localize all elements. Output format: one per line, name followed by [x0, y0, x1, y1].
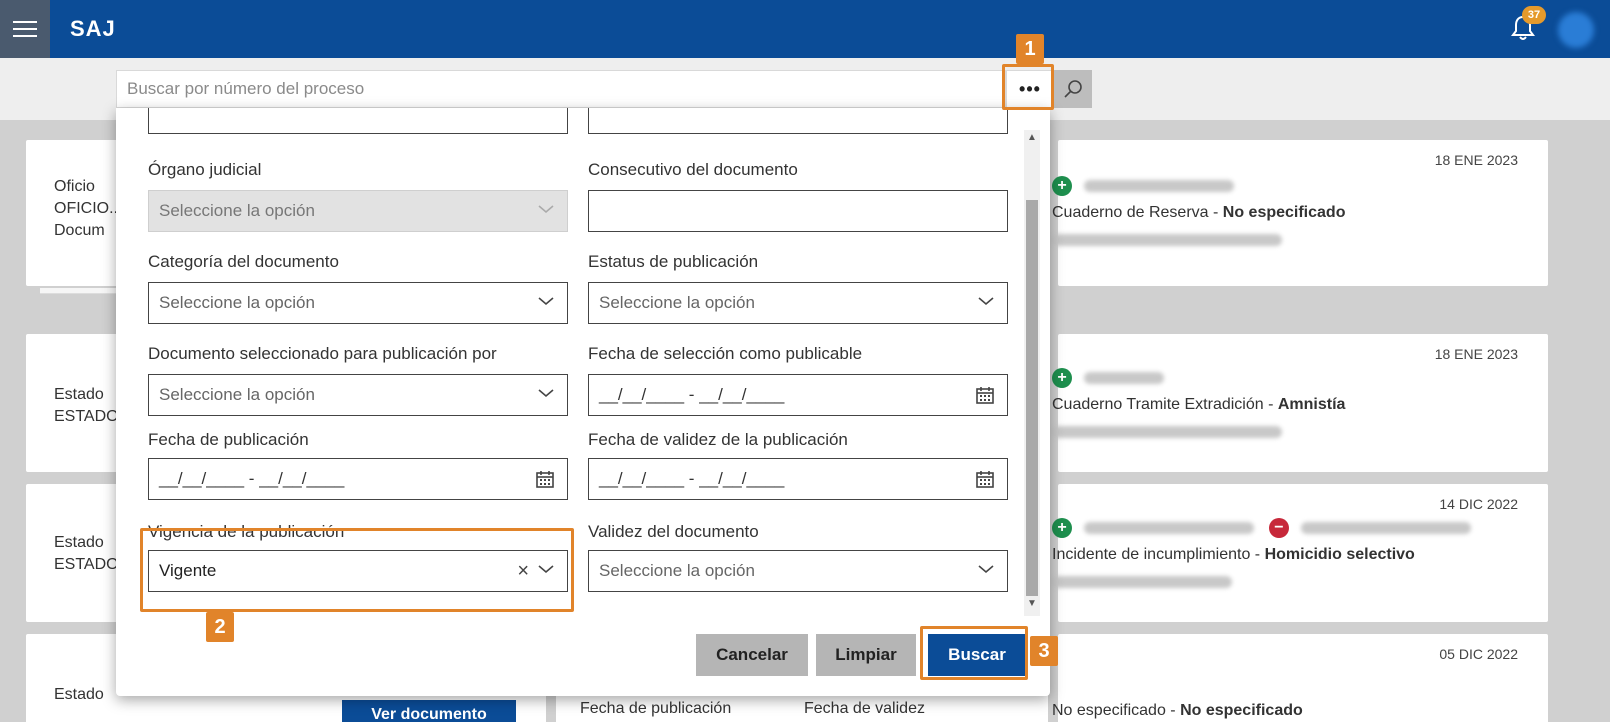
estatus-label: Estatus de publicación [588, 252, 759, 271]
validez-label: Validez del documento [588, 522, 759, 541]
calendar-icon[interactable] [535, 469, 555, 489]
fecha-publicacion-label: Fecha de publicación [148, 430, 309, 449]
result-card-detail[interactable]: 18 ENE 2023 + Cuaderno de Reserva - No e… [1052, 140, 1548, 286]
chevron-down-icon [538, 205, 554, 214]
party-row: + [1052, 176, 1235, 196]
clear-button[interactable]: Limpiar [816, 634, 916, 676]
validez-select-value: Seleccione la opción [599, 561, 755, 580]
redacted-process [1052, 576, 1232, 588]
fecha-seleccion-value: __/__/____ - __/__/____ [599, 385, 785, 404]
estatus-select-value: Seleccione la opción [599, 293, 755, 312]
case-title: Cuaderno de Reserva - No especificado [1052, 204, 1346, 221]
card-date: 18 ENE 2023 [1434, 346, 1518, 362]
card-type: Estado [54, 386, 104, 403]
scroll-down-arrow[interactable]: ▼ [1024, 596, 1040, 612]
previous-field-stub[interactable] [588, 108, 1008, 134]
step-1-marker: 1 [1016, 34, 1044, 64]
app-header: SAJ 37 [0, 0, 1610, 58]
fecha-validez-label: Fecha de validez de la publicación [588, 430, 848, 449]
card-type: Estado [54, 686, 104, 703]
seleccionado-select-value: Seleccione la opción [159, 385, 315, 404]
fecha-seleccion-input[interactable]: __/__/____ - __/__/____ [588, 374, 1008, 416]
consecutivo-input[interactable] [588, 190, 1008, 232]
redacted-name [1084, 522, 1255, 534]
step-3-marker: 3 [1030, 636, 1058, 666]
highlight-search-button [920, 626, 1028, 680]
redacted-process [1052, 234, 1282, 246]
chevron-down-icon [978, 297, 994, 306]
validity-date-label: Fecha de validez [804, 700, 925, 717]
avatar[interactable] [1558, 12, 1594, 48]
case-title: Incidente de incumplimiento - Homicidio … [1052, 546, 1415, 563]
add-party-icon: + [1052, 368, 1072, 388]
notification-badge: 37 [1522, 6, 1546, 24]
organo-label: Órgano judicial [148, 160, 262, 179]
organo-select: Seleccione la opción [148, 190, 568, 232]
redacted-name [1084, 372, 1165, 384]
case-title: No especificado - No especificado [1052, 702, 1303, 719]
consecutivo-label: Consecutivo del documento [588, 160, 798, 179]
publication-date-label: Fecha de publicación [580, 700, 732, 717]
fecha-seleccion-label: Fecha de selección como publicable [588, 344, 863, 363]
redacted-name [1301, 522, 1472, 534]
highlight-more-options [1002, 64, 1054, 110]
scroll-up-arrow[interactable]: ▲ [1024, 130, 1040, 146]
fecha-validez-value: __/__/____ - __/__/____ [599, 469, 785, 488]
card-type: Oficio [54, 178, 95, 195]
calendar-icon[interactable] [975, 469, 995, 489]
card-subtype: ESTADO [54, 556, 119, 573]
redacted-name [1084, 180, 1235, 192]
fecha-publicacion-input[interactable]: __/__/____ - __/__/____ [148, 458, 568, 500]
case-title: Cuaderno Tramite Extradición - Amnistía [1052, 396, 1346, 413]
categoria-select[interactable]: Seleccione la opción [148, 282, 568, 324]
seleccionado-select[interactable]: Seleccione la opción [148, 374, 568, 416]
card-doc: Docum [54, 222, 105, 239]
scrollbar-thumb[interactable] [1026, 200, 1038, 596]
cancel-button[interactable]: Cancelar [696, 634, 808, 676]
result-card-detail[interactable]: 18 ENE 2023 + Cuaderno Tramite Extradici… [1052, 334, 1548, 472]
app-brand: SAJ [70, 16, 116, 41]
chevron-down-icon [538, 297, 554, 306]
redacted-process [1052, 426, 1282, 438]
search-icon [1064, 80, 1082, 98]
remove-party-icon: − [1268, 518, 1289, 538]
categoria-select-value: Seleccione la opción [159, 293, 315, 312]
step-2-marker: 2 [206, 612, 234, 642]
organo-select-value: Seleccione la opción [159, 201, 315, 220]
party-row: + [1052, 368, 1165, 388]
result-card-detail[interactable]: 14 DIC 2022 + − Incidente de incumplimie… [1052, 484, 1548, 622]
card-date: 18 ENE 2023 [1434, 152, 1518, 168]
seleccionado-label: Documento seleccionado para publicación … [148, 344, 497, 363]
chevron-down-icon [538, 389, 554, 398]
card-subtype: OFICIO... [54, 200, 123, 217]
card-subtype: ESTADO [54, 408, 119, 425]
view-document-button[interactable]: Ver documento [342, 700, 516, 722]
fecha-publicacion-value: __/__/____ - __/__/____ [159, 469, 345, 488]
add-party-icon: + [1052, 176, 1072, 196]
card-date: 14 DIC 2022 [1439, 496, 1518, 512]
chevron-down-icon [978, 565, 994, 574]
result-card-detail[interactable]: 05 DIC 2022 No especificado - No especif… [1052, 634, 1548, 722]
previous-field-stub[interactable] [148, 108, 568, 134]
card-date: 05 DIC 2022 [1439, 646, 1518, 662]
calendar-icon[interactable] [975, 385, 995, 405]
estatus-select[interactable]: Seleccione la opción [588, 282, 1008, 324]
add-party-icon: + [1052, 518, 1072, 538]
highlight-vigencia [140, 528, 574, 612]
categoria-label: Categoría del documento [148, 252, 339, 271]
search-input[interactable] [116, 70, 1006, 108]
validez-select[interactable]: Seleccione la opción [588, 550, 1008, 592]
search-button[interactable] [1054, 70, 1092, 108]
card-type: Estado [54, 534, 104, 551]
menu-icon[interactable] [0, 0, 50, 58]
fecha-validez-input[interactable]: __/__/____ - __/__/____ [588, 458, 1008, 500]
party-row: + − [1052, 518, 1472, 538]
